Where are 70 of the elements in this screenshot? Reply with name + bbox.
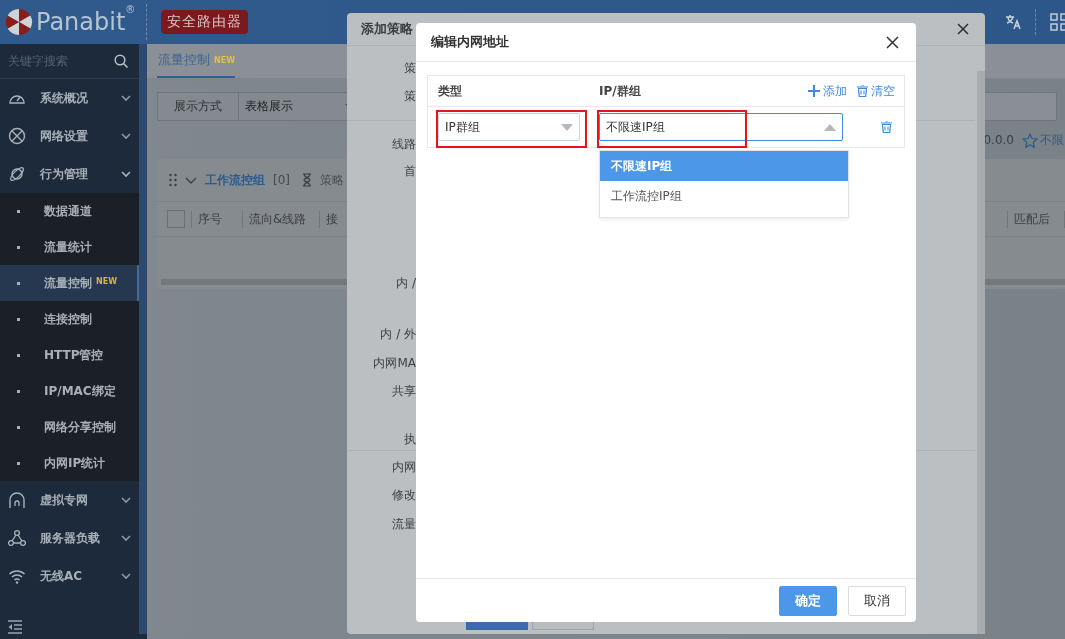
scrollbar[interactable] [139,44,147,634]
field-label: 共享 [392,383,416,399]
menu-item[interactable]: 无线AC [0,557,139,595]
field-label: 执 [404,431,416,447]
grid-icon[interactable] [1050,13,1065,31]
planet-icon [8,165,26,183]
dialog-title: 添加策略 [361,20,413,38]
field-label: 首 [404,163,416,179]
submenu-item[interactable]: 内网IP统计 [0,445,139,481]
menu-item[interactable]: 网络设置 [0,117,139,155]
field-label: 内 / 外 [380,326,416,342]
close-icon[interactable] [886,35,899,49]
logo-text: Panabit [36,10,126,34]
column-header: IP/群组 [598,82,642,100]
translate-icon[interactable] [1005,14,1021,30]
trash-icon[interactable] [881,121,892,133]
menu-item[interactable]: 虚拟专网 [0,481,139,519]
address-text: 0.0.0 [983,133,1014,147]
checkbox[interactable] [167,210,185,228]
field-label: 线路 [392,136,416,152]
caret-icon [561,123,573,131]
field-label: 修改 [392,487,416,503]
plus-icon [808,85,820,97]
wifi-icon [8,567,26,585]
column-header: 流向&线路 [242,210,319,228]
submenu-item[interactable]: 连接控制 [0,301,139,337]
product-badge: 安全路由器 [161,10,248,34]
menu-item[interactable]: 服务器负载 [0,519,139,557]
star-icon [1022,132,1038,148]
field-label: 流量 [392,516,416,532]
field-label: 内 / [396,275,416,291]
submenu-item[interactable]: IP/MAC绑定 [0,373,139,409]
cancel-button[interactable]: 取消 [848,585,906,616]
submenu-item[interactable]: 网络分享控制 [0,409,139,445]
submenu-item[interactable]: 流量统计 [0,229,139,265]
search-icon [114,53,129,69]
scrollbar[interactable] [977,71,985,634]
column-header: 序号 [191,210,242,228]
submenu-item[interactable]: 流量控制 NEW [0,265,139,301]
new-tag: NEW [96,277,117,286]
field-label: 内网MA [373,355,416,371]
collapse-menu-icon[interactable] [7,619,23,635]
status-label: 策略 [320,171,344,189]
cross-circle-icon [8,127,26,145]
column-header: 类型 [437,82,463,100]
trash-icon [857,85,868,97]
logo-icon [4,7,34,37]
hourglass-icon [302,173,312,187]
clear-link[interactable]: 清空 [857,82,895,100]
arch-icon [8,491,26,509]
dialog-title: 编辑内网地址 [431,33,509,51]
submenu-item[interactable]: HTTP管控 [0,337,139,373]
dropdown-option[interactable]: 工作流控IP组 [600,181,848,211]
menu-item[interactable]: 行为管理 [0,155,139,193]
submenu-item[interactable]: 数据通道 [0,193,139,229]
menu-item[interactable]: 系统概况 [0,79,139,117]
column-header: 匹配后 [1007,210,1065,228]
chevron-icon[interactable] [185,176,197,184]
group-count: [0] [273,173,290,187]
field-label: 策 [404,60,416,76]
close-icon[interactable] [957,23,969,35]
add-link[interactable]: 添加 [808,82,847,100]
nodes-icon [8,529,26,547]
drag-handle-icon[interactable] [169,173,177,187]
field-label: 内网 [392,459,416,475]
field-label: 策 [404,88,416,104]
registered-mark: ® [125,4,136,15]
filter-label: 展示方式 [157,92,239,121]
column-header: 接 [319,210,338,228]
caret-icon [824,123,836,131]
